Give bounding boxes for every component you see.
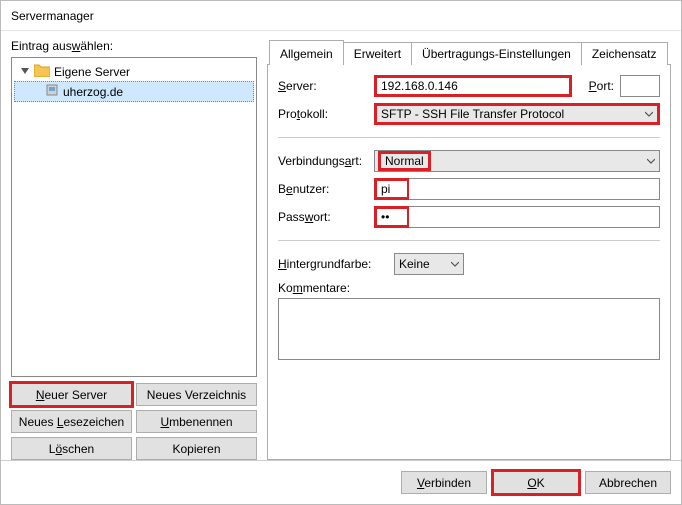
right-panel: Allgemein Erweitert Übertragungs-Einstel… [267,39,671,460]
chevron-down-icon [451,257,459,271]
chevron-down-icon [647,154,655,168]
server-icon [45,83,59,100]
comments-label: Kommentare: [278,281,660,295]
conn-type-value: Normal [378,151,431,171]
protocol-label: Protokoll: [278,107,368,121]
new-folder-button[interactable]: Neues Verzeichnis [136,383,257,406]
protocol-value: SFTP - SSH File Transfer Protocol [381,107,564,121]
folder-icon [34,63,50,80]
rename-button[interactable]: Umbenennen [136,410,257,433]
tab-advanced[interactable]: Erweitert [344,42,412,65]
new-bookmark-button[interactable]: Neues Lesezeichen [11,410,132,433]
bgcolor-value: Keine [399,257,430,271]
titlebar: Servermanager [1,1,681,31]
tab-general[interactable]: Allgemein [269,40,344,65]
tree-root-label: Eigene Server [54,65,130,79]
protocol-select[interactable]: SFTP - SSH File Transfer Protocol [374,103,660,125]
bgcolor-select[interactable]: Keine [394,253,464,275]
select-entry-label: Eintrag auswählen: [11,39,257,53]
server-label: Server: [278,79,368,93]
server-manager-dialog: Servermanager Eintrag auswählen: Eigene … [0,0,682,505]
server-input[interactable] [374,75,572,97]
tab-transfer[interactable]: Übertragungs-Einstellungen [412,42,582,65]
server-tree[interactable]: Eigene Server uherzog.de [11,57,257,377]
bgcolor-label: Hintergrundfarbe: [278,257,388,271]
tab-panel-general: Server: Port: Protokoll: SFTP - SSH File… [267,64,671,460]
copy-button[interactable]: Kopieren [136,437,257,460]
ok-button[interactable]: OK [493,471,579,494]
connect-button[interactable]: Verbinden [401,471,487,494]
left-button-grid: Neuer Server Neues Verzeichnis Neues Les… [11,383,257,460]
new-server-button[interactable]: Neuer Server [11,383,132,406]
user-input-ext[interactable] [409,178,660,200]
comments-textarea[interactable] [278,298,660,360]
delete-button[interactable]: Löschen [11,437,132,460]
user-input[interactable] [374,178,410,200]
cancel-button[interactable]: Abbrechen [585,471,671,494]
close-button[interactable] [635,1,681,31]
tab-bar: Allgemein Erweitert Übertragungs-Einstel… [267,40,671,65]
conn-type-select[interactable]: Normal [374,150,660,172]
chevron-down-icon [645,107,653,121]
password-label: Passwort: [278,210,368,224]
password-input-hl[interactable]: •• [374,206,410,228]
tree-root-folder[interactable]: Eigene Server [14,62,254,81]
conn-type-label: Verbindungsart: [278,154,368,168]
port-input[interactable] [620,75,660,97]
port-label: Port: [578,79,614,93]
expander-icon[interactable] [20,67,30,77]
user-label: Benutzer: [278,182,368,196]
window-title: Servermanager [11,9,94,23]
tree-item-label: uherzog.de [63,85,123,99]
tab-charset[interactable]: Zeichensatz [582,42,668,65]
tree-item-uherzog[interactable]: uherzog.de [14,81,254,102]
password-input[interactable] [409,206,660,228]
left-panel: Eintrag auswählen: Eigene Server uherzog… [11,39,257,460]
dialog-footer: Verbinden OK Abbrechen [1,460,681,504]
